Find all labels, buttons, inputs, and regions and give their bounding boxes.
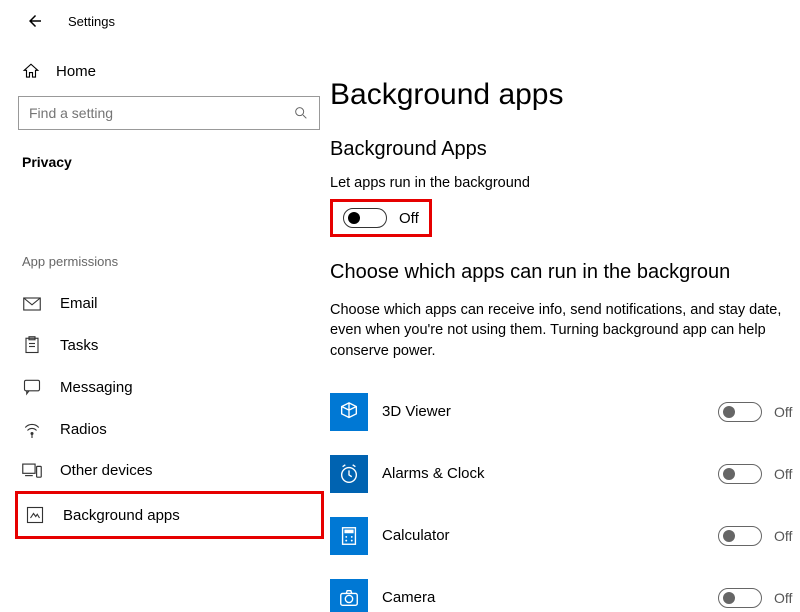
section-title: Background Apps — [330, 138, 800, 161]
app-row-calculator: Calculator Off — [330, 505, 800, 567]
sidebar-item-label: Tasks — [60, 337, 98, 354]
background-apps-icon — [25, 506, 45, 524]
arrow-left-icon — [26, 12, 44, 30]
back-button[interactable] — [26, 12, 44, 30]
sidebar: Home Privacy App permissions Email — [0, 42, 330, 612]
app-toggle[interactable] — [718, 464, 762, 484]
sidebar-item-background-apps[interactable]: Background apps — [15, 491, 324, 539]
app-row-3d-viewer: 3D Viewer Off — [330, 381, 800, 443]
camera-icon — [330, 579, 368, 612]
section-label: Privacy — [18, 150, 330, 174]
home-icon — [22, 62, 40, 80]
app-toggle[interactable] — [718, 402, 762, 422]
master-toggle[interactable] — [343, 208, 387, 228]
sidebar-item-messaging[interactable]: Messaging — [18, 366, 330, 408]
app-toggle-state: Off — [774, 404, 800, 420]
sidebar-item-label: Email — [60, 295, 98, 312]
alarms-clock-icon — [330, 455, 368, 493]
app-name: 3D Viewer — [382, 403, 704, 420]
app-toggle[interactable] — [718, 526, 762, 546]
master-toggle-state: Off — [399, 210, 419, 227]
app-row-camera: Camera Off — [330, 567, 800, 612]
search-input[interactable] — [29, 105, 293, 121]
app-row-alarms-clock: Alarms & Clock Off — [330, 443, 800, 505]
search-icon — [293, 105, 309, 121]
other-devices-icon — [22, 463, 42, 479]
home-label: Home — [56, 63, 96, 80]
app-toggle-state: Off — [774, 590, 800, 606]
page-title: Background apps — [330, 78, 800, 112]
window-title: Settings — [68, 14, 115, 29]
titlebar: Settings — [0, 0, 800, 42]
content-pane: Background apps Background Apps Let apps… — [330, 42, 800, 612]
sidebar-item-tasks[interactable]: Tasks — [18, 324, 330, 366]
radios-icon — [22, 420, 42, 438]
messaging-icon — [22, 378, 42, 396]
sidebar-item-label: Background apps — [63, 507, 180, 524]
app-toggle-state: Off — [774, 528, 800, 544]
3d-viewer-icon — [330, 393, 368, 431]
app-permissions-header: App permissions — [18, 254, 330, 283]
choose-description: Choose which apps can receive info, send… — [330, 300, 790, 361]
sidebar-item-label: Messaging — [60, 379, 133, 396]
sidebar-item-radios[interactable]: Radios — [18, 408, 330, 450]
sidebar-item-email[interactable]: Email — [18, 283, 330, 324]
master-toggle-row: Off — [330, 199, 432, 237]
choose-title: Choose which apps can run in the backgro… — [330, 261, 800, 284]
sidebar-item-label: Radios — [60, 421, 107, 438]
toggle-description: Let apps run in the background — [330, 175, 800, 191]
email-icon — [22, 297, 42, 311]
app-name: Calculator — [382, 527, 704, 544]
app-toggle[interactable] — [718, 588, 762, 608]
calculator-icon — [330, 517, 368, 555]
sidebar-item-label: Other devices — [60, 462, 153, 479]
app-name: Camera — [382, 589, 704, 606]
sidebar-item-other-devices[interactable]: Other devices — [18, 450, 330, 491]
app-toggle-state: Off — [774, 466, 800, 482]
search-box[interactable] — [18, 96, 320, 130]
tasks-icon — [22, 336, 42, 354]
home-nav[interactable]: Home — [18, 54, 330, 96]
app-name: Alarms & Clock — [382, 465, 704, 482]
